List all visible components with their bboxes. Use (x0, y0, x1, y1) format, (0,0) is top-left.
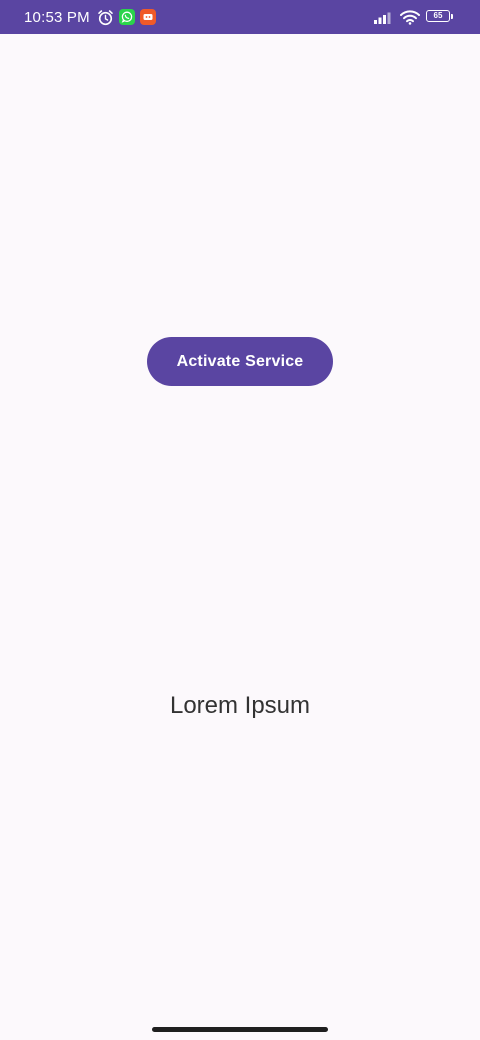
notification-app-icon (139, 9, 156, 25)
battery-level: 65 (426, 10, 450, 22)
wifi-icon (400, 9, 420, 25)
battery-icon: 65 (426, 10, 454, 24)
home-indicator[interactable] (152, 1027, 328, 1032)
whatsapp-icon (118, 9, 135, 25)
signal-icon (374, 10, 394, 24)
status-bar-right: 65 (374, 0, 454, 34)
activate-service-button[interactable]: Activate Service (147, 337, 333, 386)
status-time: 10:53 PM (24, 8, 90, 26)
alarm-icon (97, 9, 114, 26)
battery-tip (451, 13, 453, 19)
status-bar-left: 10:53 PM (24, 0, 156, 34)
body-text: Lorem Ipsum (169, 692, 311, 719)
status-bar: 10:53 PM 65 (0, 0, 480, 34)
